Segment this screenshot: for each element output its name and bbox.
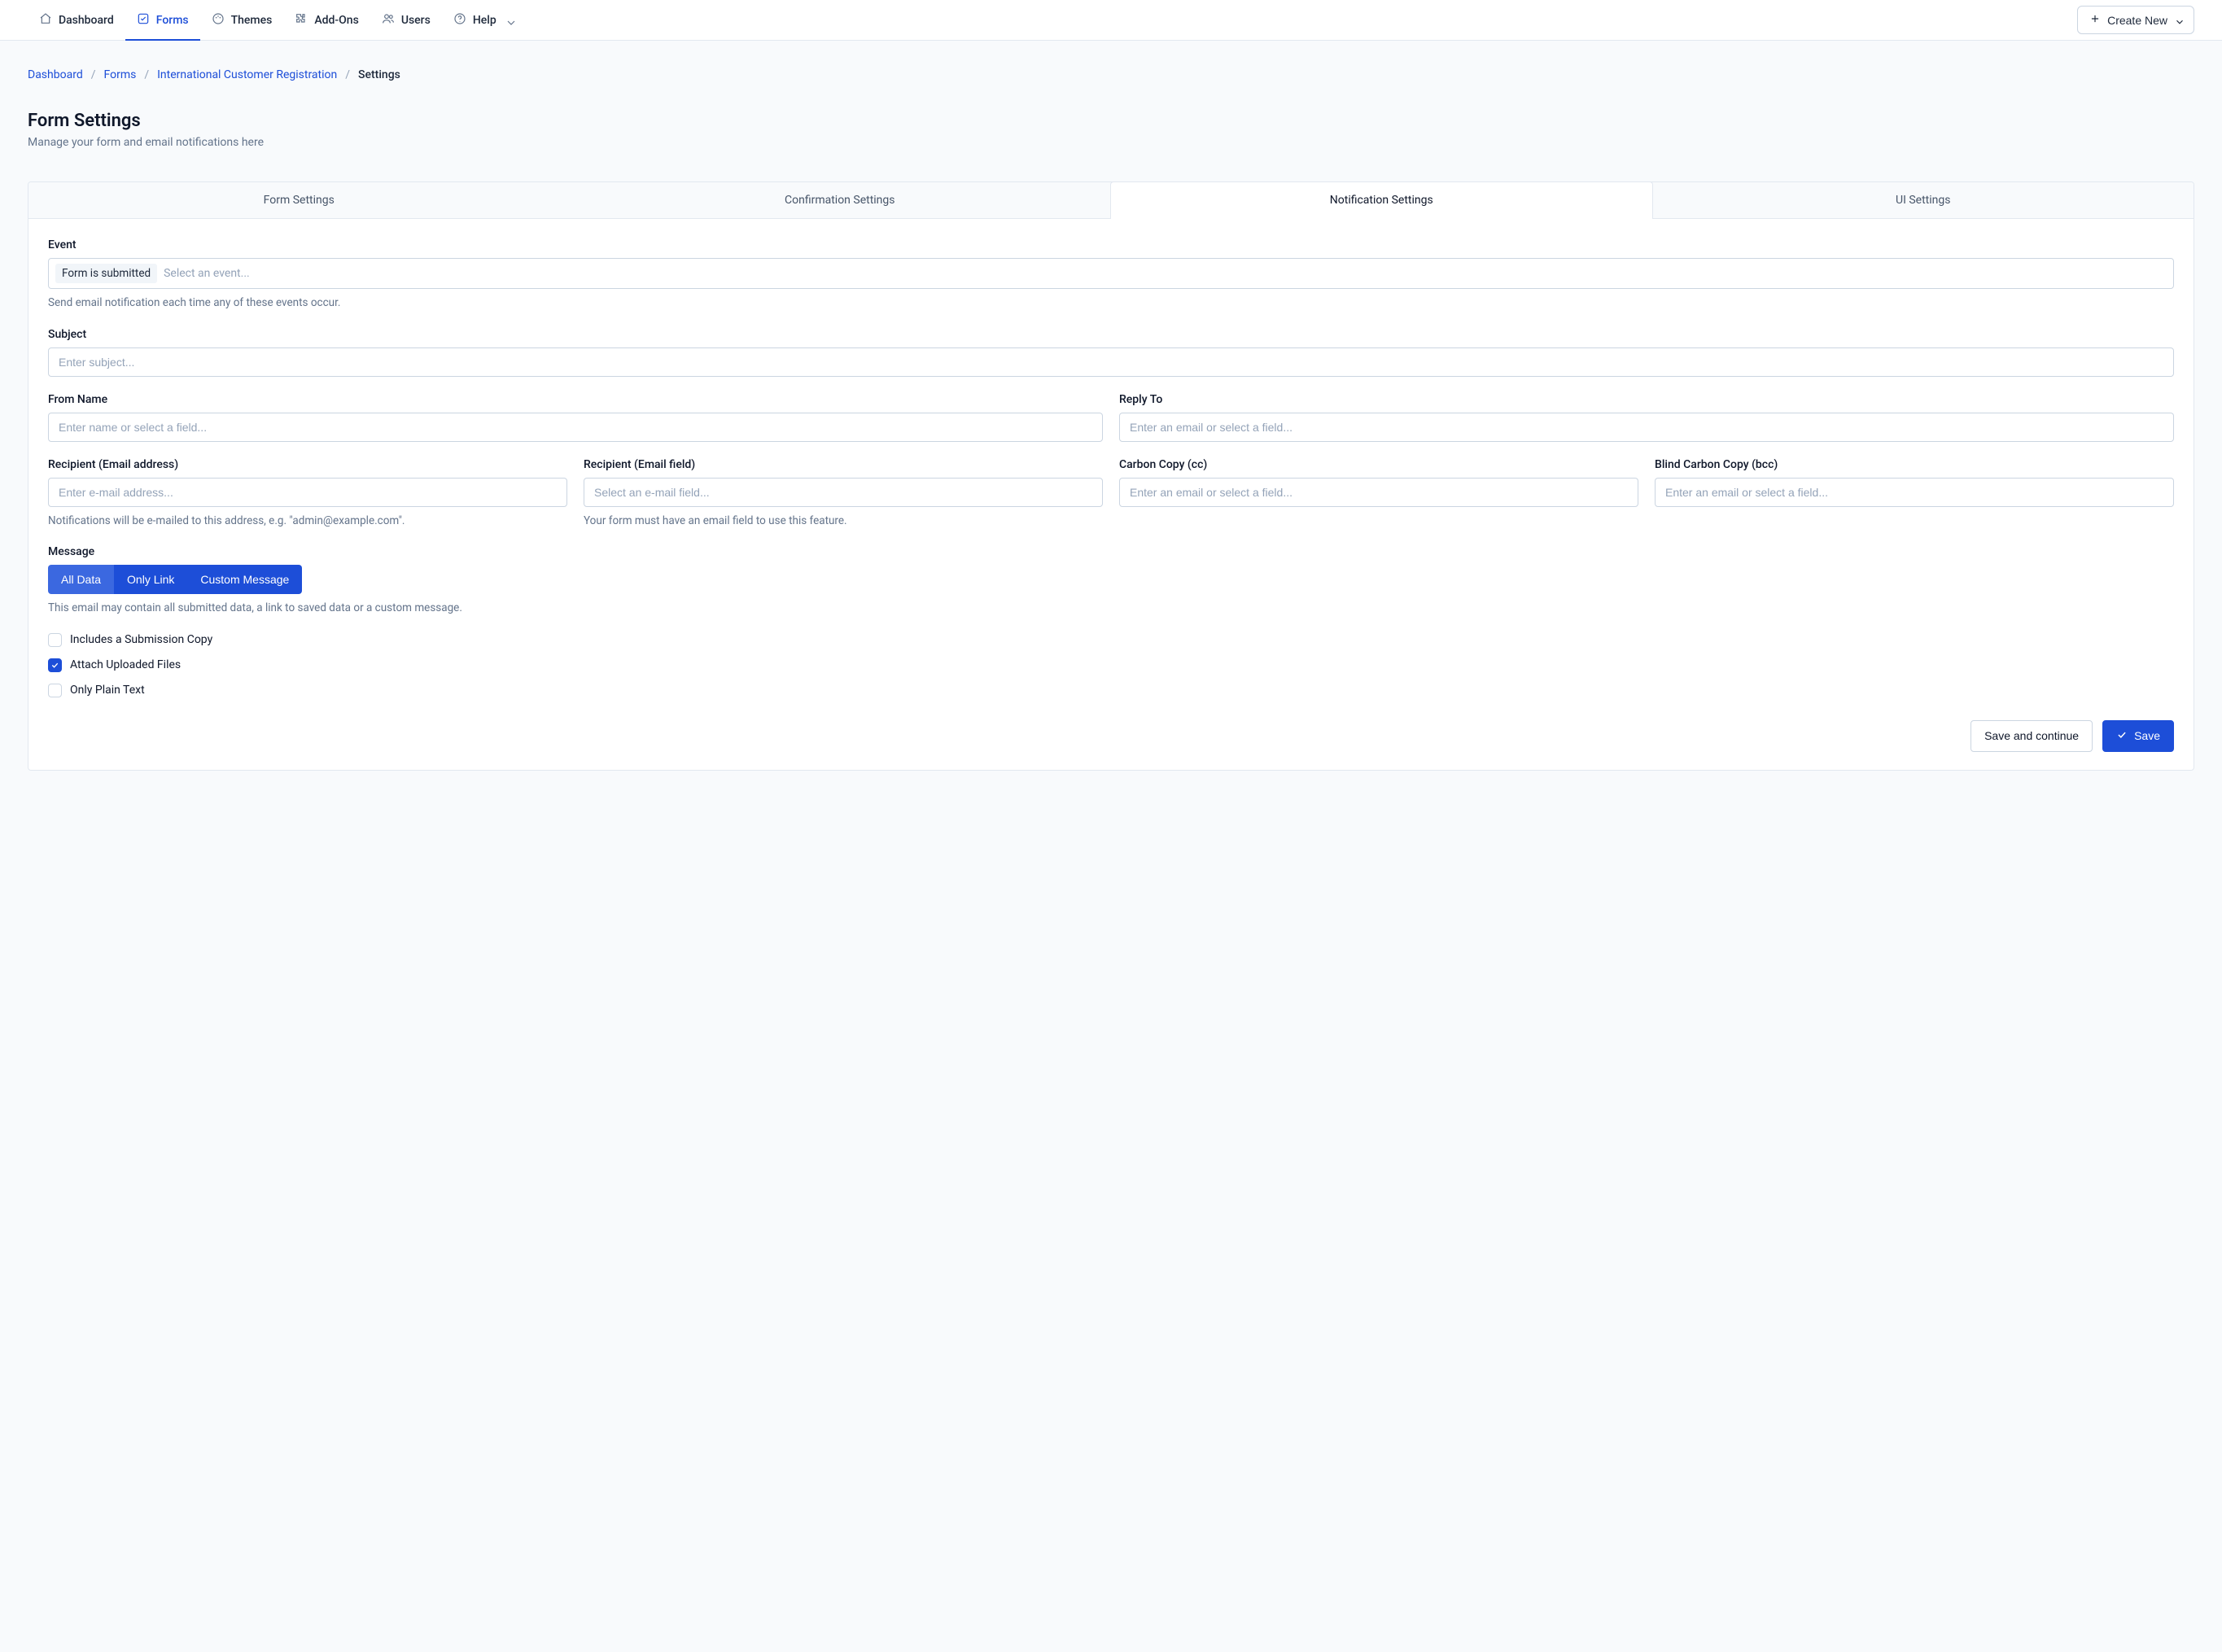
event-placeholder: Select an event... (164, 267, 250, 280)
breadcrumb-forms[interactable]: Forms (104, 68, 137, 81)
card-footer: Save and continue Save (28, 720, 2194, 770)
check-list: Includes a Submission Copy Attach Upload… (48, 633, 2174, 697)
save-button[interactable]: Save (2102, 720, 2174, 752)
field-cc: Carbon Copy (cc) (1119, 458, 1638, 530)
subject-label: Subject (48, 328, 2174, 341)
subject-input[interactable] (48, 347, 2174, 377)
nav-label: Help (473, 14, 496, 27)
checkbox-icon (48, 684, 62, 697)
nav-dashboard[interactable]: Dashboard (28, 0, 125, 40)
message-option-custom[interactable]: Custom Message (187, 565, 302, 594)
check-plain-text[interactable]: Only Plain Text (48, 684, 2174, 697)
message-hint: This email may contain all submitted dat… (48, 601, 2174, 617)
checkbox-icon (48, 633, 62, 647)
nav-label: Themes (231, 14, 273, 27)
breadcrumb-separator: / (144, 68, 149, 81)
chevron-down-icon (2174, 16, 2182, 24)
breadcrumb: Dashboard / Forms / International Custom… (28, 68, 2194, 81)
plus-icon (2089, 13, 2101, 27)
field-event: Event Form is submitted Select an event.… (48, 238, 2174, 312)
check-icon (2116, 729, 2128, 743)
recipient-address-input[interactable] (48, 478, 567, 507)
nav-addons[interactable]: Add-Ons (283, 0, 370, 40)
event-input[interactable]: Form is submitted Select an event... (48, 258, 2174, 289)
breadcrumb-separator: / (345, 68, 350, 81)
puzzle-icon (295, 12, 308, 28)
settings-card: Form Settings Confirmation Settings Noti… (28, 181, 2194, 771)
tabs: Form Settings Confirmation Settings Noti… (28, 182, 2194, 219)
field-from-name: From Name (48, 393, 1103, 442)
from-name-label: From Name (48, 393, 1103, 406)
nav-themes[interactable]: Themes (200, 0, 284, 40)
breadcrumb-form-name[interactable]: International Customer Registration (157, 68, 337, 81)
reply-to-label: Reply To (1119, 393, 2174, 406)
bcc-label: Blind Carbon Copy (bcc) (1655, 458, 2174, 471)
palette-icon (212, 12, 225, 28)
top-nav: Dashboard Forms Themes Add-Ons Users (0, 0, 2222, 41)
message-label: Message (48, 545, 2174, 558)
save-and-continue-button[interactable]: Save and continue (1970, 720, 2093, 752)
nav-label: Dashboard (59, 14, 114, 27)
from-name-input[interactable] (48, 413, 1103, 442)
recipient-field-input[interactable] (584, 478, 1103, 507)
field-subject: Subject (48, 328, 2174, 377)
event-tag[interactable]: Form is submitted (55, 264, 157, 283)
page-title: Form Settings (28, 111, 2194, 131)
field-recipient-address: Recipient (Email address) Notifications … (48, 458, 567, 530)
chevron-down-icon (505, 16, 513, 24)
nav-forms[interactable]: Forms (125, 0, 200, 40)
page-container: Dashboard / Forms / International Custom… (0, 41, 2222, 803)
message-option-all-data[interactable]: All Data (48, 565, 114, 594)
field-bcc: Blind Carbon Copy (bcc) (1655, 458, 2174, 530)
nav-left: Dashboard Forms Themes Add-Ons Users (28, 0, 524, 40)
recipient-field-label: Recipient (Email field) (584, 458, 1103, 471)
save-continue-label: Save and continue (1984, 729, 2079, 742)
help-icon (453, 12, 466, 28)
breadcrumb-dashboard[interactable]: Dashboard (28, 68, 83, 81)
field-reply-to: Reply To (1119, 393, 2174, 442)
check-square-icon (137, 12, 150, 28)
nav-label: Users (401, 14, 431, 27)
page-head: Form Settings Manage your form and email… (28, 111, 2194, 149)
create-new-label: Create New (2107, 14, 2167, 27)
recipient-field-hint: Your form must have an email field to us… (584, 514, 1103, 530)
cc-label: Carbon Copy (cc) (1119, 458, 1638, 471)
check-label: Attach Uploaded Files (70, 658, 181, 671)
check-attach-files[interactable]: Attach Uploaded Files (48, 658, 2174, 672)
nav-label: Forms (156, 14, 189, 27)
checkbox-checked-icon (48, 658, 62, 672)
recipient-address-label: Recipient (Email address) (48, 458, 567, 471)
check-submission-copy[interactable]: Includes a Submission Copy (48, 633, 2174, 647)
event-label: Event (48, 238, 2174, 251)
nav-users[interactable]: Users (370, 0, 442, 40)
event-hint: Send email notification each time any of… (48, 295, 2174, 312)
check-label: Includes a Submission Copy (70, 633, 212, 646)
nav-help[interactable]: Help (442, 0, 524, 40)
message-segmented: All Data Only Link Custom Message (48, 565, 302, 594)
reply-to-input[interactable] (1119, 413, 2174, 442)
nav-label: Add-Ons (314, 14, 358, 27)
tab-notification-settings[interactable]: Notification Settings (1110, 181, 1653, 219)
check-label: Only Plain Text (70, 684, 145, 697)
message-option-only-link[interactable]: Only Link (114, 565, 187, 594)
tab-body: Event Form is submitted Select an event.… (28, 219, 2194, 720)
tab-ui-settings[interactable]: UI Settings (1653, 182, 2194, 218)
bcc-input[interactable] (1655, 478, 2174, 507)
users-icon (382, 12, 395, 28)
home-icon (39, 12, 52, 28)
field-recipient-field: Recipient (Email field) Your form must h… (584, 458, 1103, 530)
field-message: Message All Data Only Link Custom Messag… (48, 545, 2174, 617)
cc-input[interactable] (1119, 478, 1638, 507)
page-subtitle: Manage your form and email notifications… (28, 136, 2194, 149)
create-new-button[interactable]: Create New (2077, 6, 2194, 34)
tab-confirmation-settings[interactable]: Confirmation Settings (570, 182, 1111, 218)
save-label: Save (2134, 729, 2160, 742)
breadcrumb-separator: / (91, 68, 96, 81)
tab-form-settings[interactable]: Form Settings (28, 182, 570, 218)
breadcrumb-current: Settings (358, 68, 400, 81)
recipient-address-hint: Notifications will be e-mailed to this a… (48, 514, 567, 530)
